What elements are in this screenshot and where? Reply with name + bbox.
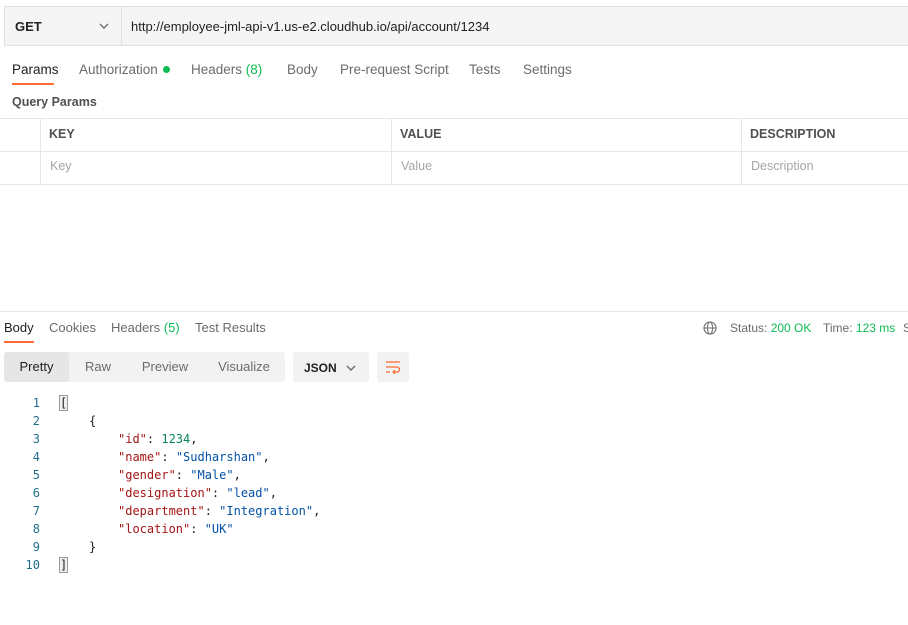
table-divider xyxy=(40,118,41,185)
status-dot-icon xyxy=(162,66,170,73)
table-top-border xyxy=(0,118,908,119)
url-input[interactable]: http://employee-jml-api-v1.us-e2.cloudhu… xyxy=(131,19,489,34)
json-key: "designation" xyxy=(118,486,212,500)
table-bottom-border xyxy=(0,184,908,185)
wrap-lines-icon xyxy=(386,361,401,374)
language-label: JSON xyxy=(304,361,337,375)
method-select[interactable]: GET xyxy=(5,7,122,45)
active-tab-indicator xyxy=(12,83,54,85)
table-divider xyxy=(741,118,742,185)
tab-headers[interactable]: Headers (8) xyxy=(191,62,262,77)
key-input[interactable]: Key xyxy=(50,159,72,173)
response-tab-headers[interactable]: Headers (5) xyxy=(111,320,180,335)
response-divider xyxy=(0,311,908,312)
code-line: "department": "Integration", xyxy=(118,504,321,518)
code-line: "location": "UK" xyxy=(118,522,234,536)
column-header-key: KEY xyxy=(49,127,75,141)
description-input[interactable]: Description xyxy=(751,159,814,173)
table-divider xyxy=(391,118,392,185)
line-number: 9 xyxy=(32,540,40,554)
response-headers-count: (5) xyxy=(163,320,180,335)
time-value: 123 ms xyxy=(855,321,896,335)
tab-body[interactable]: Body xyxy=(287,62,318,77)
code-line: "designation": "lead", xyxy=(118,486,277,500)
close-array-bracket: ] xyxy=(58,557,69,573)
line-number: 6 xyxy=(32,486,40,500)
tab-pre-request-script[interactable]: Pre-request Script xyxy=(340,62,449,77)
raw-button[interactable]: Raw xyxy=(69,352,127,382)
line-number: 5 xyxy=(32,468,40,482)
query-params-title: Query Params xyxy=(12,95,97,109)
tab-headers-label: Headers xyxy=(191,62,243,77)
line-number: 3 xyxy=(32,432,40,446)
table-header-border xyxy=(0,151,908,152)
column-header-value: VALUE xyxy=(400,127,442,141)
json-key: "location" xyxy=(118,522,191,536)
code-line: "name": "Sudharshan", xyxy=(118,450,270,464)
line-number: 7 xyxy=(32,504,40,518)
method-label: GET xyxy=(15,19,42,34)
tab-tests[interactable]: Tests xyxy=(469,62,501,77)
status-text[interactable]: Status: 200 OK xyxy=(730,321,811,335)
tab-authorization-label: Authorization xyxy=(79,62,158,77)
code-line: "id": 1234, xyxy=(118,432,198,446)
status-label: Status: xyxy=(730,321,768,335)
json-key: "gender" xyxy=(118,468,176,482)
line-number: 8 xyxy=(32,522,40,536)
code-line: ] xyxy=(58,557,69,573)
time-text[interactable]: Time: 123 ms xyxy=(823,321,895,335)
open-array-bracket: [ xyxy=(58,395,69,411)
pretty-button[interactable]: Pretty xyxy=(4,352,69,382)
response-tab-headers-label: Headers xyxy=(111,320,161,335)
column-header-description: DESCRIPTION xyxy=(750,127,836,141)
json-value: "Integration" xyxy=(219,504,314,518)
size-label[interactable]: S xyxy=(903,321,908,335)
preview-button[interactable]: Preview xyxy=(127,352,203,382)
open-object-brace: { xyxy=(89,414,97,428)
close-object-brace: } xyxy=(89,540,97,554)
status-value: 200 OK xyxy=(770,321,812,335)
chevron-down-icon xyxy=(346,365,356,371)
wrap-lines-button[interactable] xyxy=(377,352,409,382)
url-bar: GET http://employee-jml-api-v1.us-e2.clo… xyxy=(4,6,908,46)
tab-authorization[interactable]: Authorization xyxy=(79,62,170,77)
chevron-down-icon xyxy=(99,23,109,29)
line-number: 2 xyxy=(32,414,40,428)
language-select[interactable]: JSON xyxy=(293,352,369,382)
active-response-tab-indicator xyxy=(4,341,34,343)
json-value: "Male" xyxy=(190,468,234,482)
value-input[interactable]: Value xyxy=(401,159,432,173)
json-key: "department" xyxy=(118,504,205,518)
code-line: "gender": "Male", xyxy=(118,468,241,482)
response-tab-test-results[interactable]: Test Results xyxy=(195,320,266,335)
json-key: "name" xyxy=(118,450,162,464)
code-line: [ xyxy=(58,395,69,411)
line-number: 10 xyxy=(25,558,40,572)
json-value: 1234 xyxy=(161,432,191,446)
response-tab-cookies[interactable]: Cookies xyxy=(49,320,96,335)
json-value: "UK" xyxy=(204,522,234,536)
visualize-button[interactable]: Visualize xyxy=(203,352,285,382)
response-tab-body[interactable]: Body xyxy=(4,320,34,335)
time-label: Time: xyxy=(823,321,853,335)
line-number: 1 xyxy=(32,396,40,410)
tab-params[interactable]: Params xyxy=(12,62,59,77)
json-key: "id" xyxy=(118,432,147,446)
headers-count: (8) xyxy=(245,62,263,77)
json-value: "lead" xyxy=(226,486,270,500)
tab-settings[interactable]: Settings xyxy=(523,62,572,77)
globe-icon[interactable] xyxy=(703,321,717,335)
line-number: 4 xyxy=(32,450,40,464)
json-value: "Sudharshan" xyxy=(175,450,263,464)
